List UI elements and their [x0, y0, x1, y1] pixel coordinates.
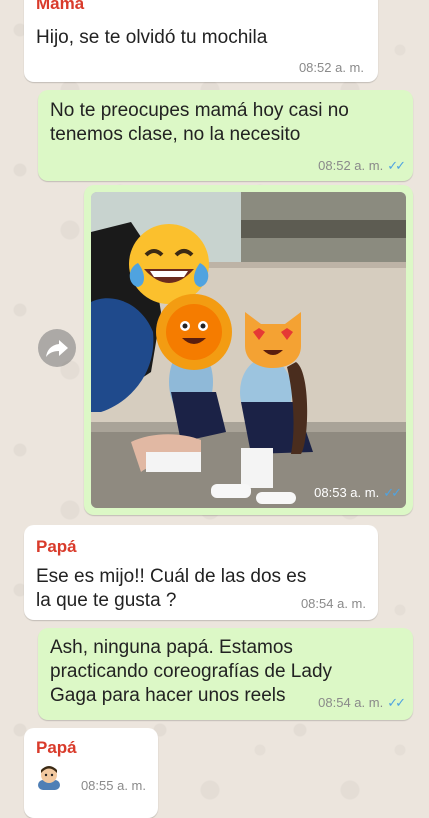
sender-name: Mamá	[36, 0, 85, 13]
heart-eyes-cat-emoji	[239, 302, 307, 370]
message-outgoing-image[interactable]: 08:53 a. m. ✓✓	[84, 185, 413, 515]
message-incoming[interactable]: Papá 08:55 a. m.	[24, 728, 158, 818]
message-time: 08:54 a. m.	[300, 596, 366, 611]
message-time: 08:52 a. m. ✓✓	[318, 158, 406, 173]
message-text: Hijo, se te olvidó tu mochila	[36, 27, 268, 48]
sender-name: Papá	[36, 537, 77, 556]
message-incoming[interactable]: Papá Ese es mijo!! Cuál de las dos es la…	[24, 525, 378, 620]
message-outgoing[interactable]: No te preocupes mamá hoy casi no tenemos…	[38, 90, 413, 181]
message-incoming[interactable]: Mamá Hijo, se te olvidó tu mochila 08:52…	[24, 0, 378, 82]
message-time: 08:55 a. m.	[80, 778, 146, 793]
message-text: No te preocupes mamá hoy casi no tenemos…	[50, 100, 349, 145]
man-emoji	[36, 764, 62, 790]
read-receipt-icon: ✓✓	[387, 695, 406, 710]
photo[interactable]	[91, 192, 406, 508]
message-time: 08:52 a. m.	[298, 60, 364, 75]
message-text: Ese es mijo!! Cuál de las dos es la que …	[36, 566, 307, 611]
read-receipt-icon: ✓✓	[383, 485, 402, 500]
message-time: 08:54 a. m. ✓✓	[318, 695, 406, 710]
sun-face-emoji	[154, 292, 234, 372]
message-time: 08:53 a. m. ✓✓	[314, 485, 402, 500]
forward-arrow-icon	[46, 340, 68, 357]
sender-name: Papá	[36, 738, 77, 757]
forward-button[interactable]	[38, 329, 76, 367]
message-outgoing[interactable]: Ash, ninguna papá. Estamos practicando c…	[38, 628, 413, 720]
read-receipt-icon: ✓✓	[387, 158, 406, 173]
